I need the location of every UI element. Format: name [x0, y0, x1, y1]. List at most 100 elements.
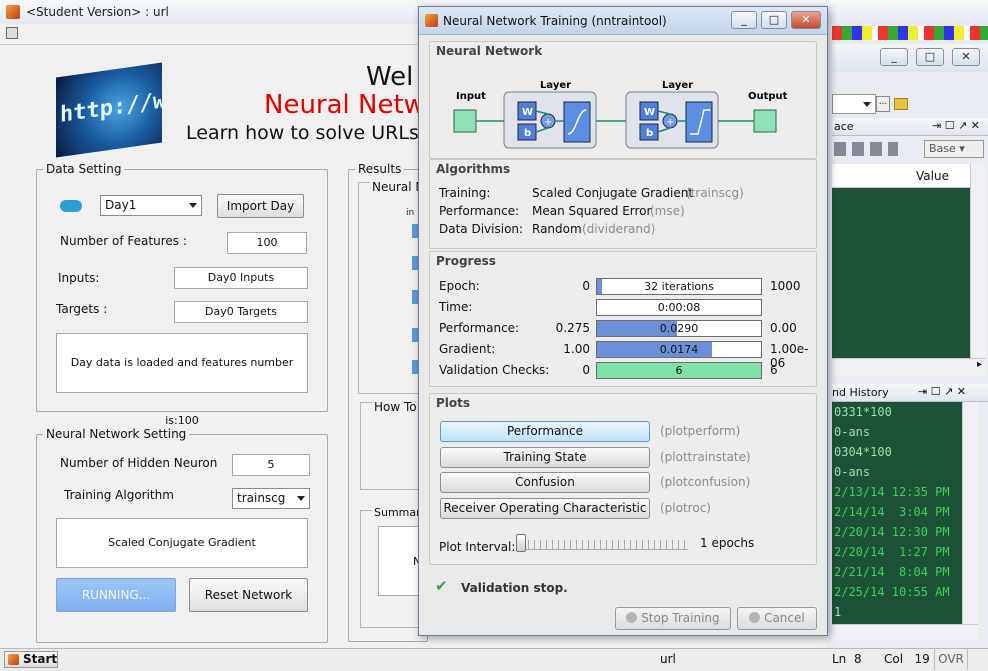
status-column: Col 19: [884, 652, 930, 666]
algorithms-section: Algorithms Training: Scaled Conjugate Gr…: [429, 159, 817, 249]
stop-training-button[interactable]: Stop Training: [615, 607, 731, 630]
workspace-scrollbar[interactable]: [970, 164, 986, 358]
print-icon[interactable]: [6, 27, 18, 39]
algo-training-fn: (trainscg): [686, 186, 744, 200]
reset-network-button[interactable]: Reset Network: [189, 578, 308, 612]
hidden-neuron-label: Number of Hidden Neuron: [60, 456, 218, 470]
history-line[interactable]: 2/21/14 8:04 PM: [834, 562, 962, 582]
base-select[interactable]: Base ▾: [924, 140, 984, 158]
cancel-icon: [749, 612, 761, 623]
roc-plot-fn: (plotroc): [660, 501, 711, 515]
svg-text:W: W: [522, 107, 533, 118]
training-algorithm-select[interactable]: trainscg: [232, 488, 310, 509]
close-icon[interactable]: ✕: [791, 11, 821, 29]
training-status: Validation stop.: [461, 581, 568, 595]
history-line[interactable]: 2/14/14 3:04 PM: [834, 502, 962, 522]
status-bar: Start url Ln 8 Col 19 OVR: [0, 648, 988, 671]
history-line[interactable]: 2/20/14 12:30 PM: [834, 522, 962, 542]
status-ovr: OVR: [934, 649, 968, 670]
pane-controls-icon[interactable]: ⇥ ☐ ↗ ✕: [918, 385, 966, 398]
plot-interval-slider[interactable]: [516, 540, 688, 550]
workspace-content: [832, 188, 970, 358]
plots-section: Plots Performance (plotperform) Training…: [429, 393, 817, 565]
features-input[interactable]: 100: [227, 232, 307, 254]
results-subpanel-1-text: in: [406, 208, 415, 218]
colormap-strip: [832, 26, 988, 40]
progress-value: 32 iterations: [644, 280, 714, 293]
progress-section: Progress Epoch: 0 32 iterations 1000 Time: 0:…: [429, 251, 817, 387]
progress-value: 6: [675, 364, 683, 377]
inputs-field[interactable]: Day0 Inputs: [174, 267, 308, 289]
minimize-icon[interactable]: _: [880, 48, 908, 66]
http-logo-image: http://ww: [56, 62, 162, 158]
confusion-plot-fn: (plotconfusion): [660, 475, 751, 489]
features-label: Number of Features :: [60, 234, 187, 248]
close-icon[interactable]: ✕: [952, 48, 980, 66]
matlab-logo-icon: [6, 5, 20, 19]
history-line[interactable]: 0-ans: [834, 462, 962, 482]
training-state-plot-button[interactable]: Training State: [440, 447, 650, 468]
history-line[interactable]: 0304*100: [834, 442, 962, 462]
history-hscrollbar[interactable]: [832, 624, 978, 640]
results-legend: Results: [358, 162, 402, 176]
svg-text:+: +: [544, 117, 552, 128]
network-diagram: Input Layer W b + Layer W b + Output: [453, 80, 788, 149]
workspace-hscrollbar[interactable]: ▸: [832, 358, 986, 376]
check-icon: ✔: [435, 577, 448, 595]
history-header: nd History ⇥ ☐ ↗ ✕: [832, 384, 988, 402]
matlab-logo-icon: [425, 14, 438, 27]
performance-plot-button[interactable]: Performance: [440, 421, 650, 442]
workspace-tools-icon[interactable]: [834, 142, 898, 156]
cancel-button[interactable]: Cancel: [737, 607, 817, 630]
dialog-title-bar[interactable]: Neural Network Training (nntraintool) _ …: [419, 7, 827, 35]
cloud-icon: [60, 200, 82, 212]
maximize-icon[interactable]: □: [916, 48, 944, 66]
neural-network-heading: Neural Netw: [264, 90, 425, 120]
path-dropdown[interactable]: [832, 94, 876, 114]
progress-label: Performance:: [439, 321, 520, 335]
targets-field[interactable]: Day0 Targets: [174, 301, 308, 323]
slider-thumb[interactable]: [516, 534, 526, 552]
start-button[interactable]: Start: [4, 651, 58, 668]
minimize-icon[interactable]: _: [731, 11, 757, 29]
plot-interval-label: Plot Interval:: [439, 540, 516, 554]
algo-training-value: Scaled Conjugate Gradient: [532, 186, 694, 200]
pane-controls-icon[interactable]: ⇥ ☐ ↗ ✕: [932, 119, 980, 132]
browse-button[interactable]: ...: [876, 96, 890, 112]
history-line[interactable]: 0331*100: [834, 402, 962, 422]
progress-value: 0.0290: [659, 322, 699, 335]
learn-subheading: Learn how to solve URLs: [186, 122, 419, 144]
algorithm-description: Scaled Conjugate Gradient: [56, 518, 308, 568]
maximize-icon[interactable]: □: [761, 11, 787, 29]
data-setting-legend: Data Setting: [46, 162, 122, 176]
history-label: nd History: [832, 386, 889, 399]
algo-division-fn: (dividerand): [582, 222, 656, 236]
svg-text:b: b: [646, 128, 653, 139]
running-button[interactable]: RUNNING...: [56, 578, 176, 612]
algo-training-label: Training:: [439, 186, 491, 200]
algo-division-label: Data Division:: [439, 222, 524, 236]
history-line[interactable]: 2/25/14 10:55 AM: [834, 582, 962, 602]
roc-plot-button[interactable]: Receiver Operating Characteristic: [440, 498, 650, 519]
svg-text:b: b: [524, 128, 531, 139]
history-line[interactable]: 1: [834, 602, 962, 622]
chevron-down-icon: [297, 496, 305, 501]
workspace-label: ace: [834, 120, 854, 133]
progress-end: 1000: [770, 279, 801, 293]
history-line[interactable]: 2/13/14 12:35 PM: [834, 482, 962, 502]
progress-label: Epoch:: [439, 279, 480, 293]
history-scrollbar[interactable]: [962, 402, 978, 624]
progress-start: 1.00: [563, 342, 590, 356]
history-line[interactable]: 0-ans: [834, 422, 962, 442]
hidden-neuron-input[interactable]: 5: [232, 454, 310, 476]
confusion-plot-button[interactable]: Confusion: [440, 472, 650, 493]
workspace-columns: Value: [832, 164, 970, 188]
nn-setting-legend: Neural Network Setting: [46, 427, 187, 441]
folder-icon[interactable]: [894, 98, 908, 110]
status-line: Ln 8: [832, 652, 862, 666]
import-day-button[interactable]: Import Day: [217, 194, 304, 218]
data-status-message: Day data is loaded and features number i…: [56, 333, 308, 427]
matlab-logo-icon: [8, 654, 19, 665]
day-select[interactable]: Day1: [100, 195, 202, 216]
history-line[interactable]: 2/20/14 1:27 PM: [834, 542, 962, 562]
